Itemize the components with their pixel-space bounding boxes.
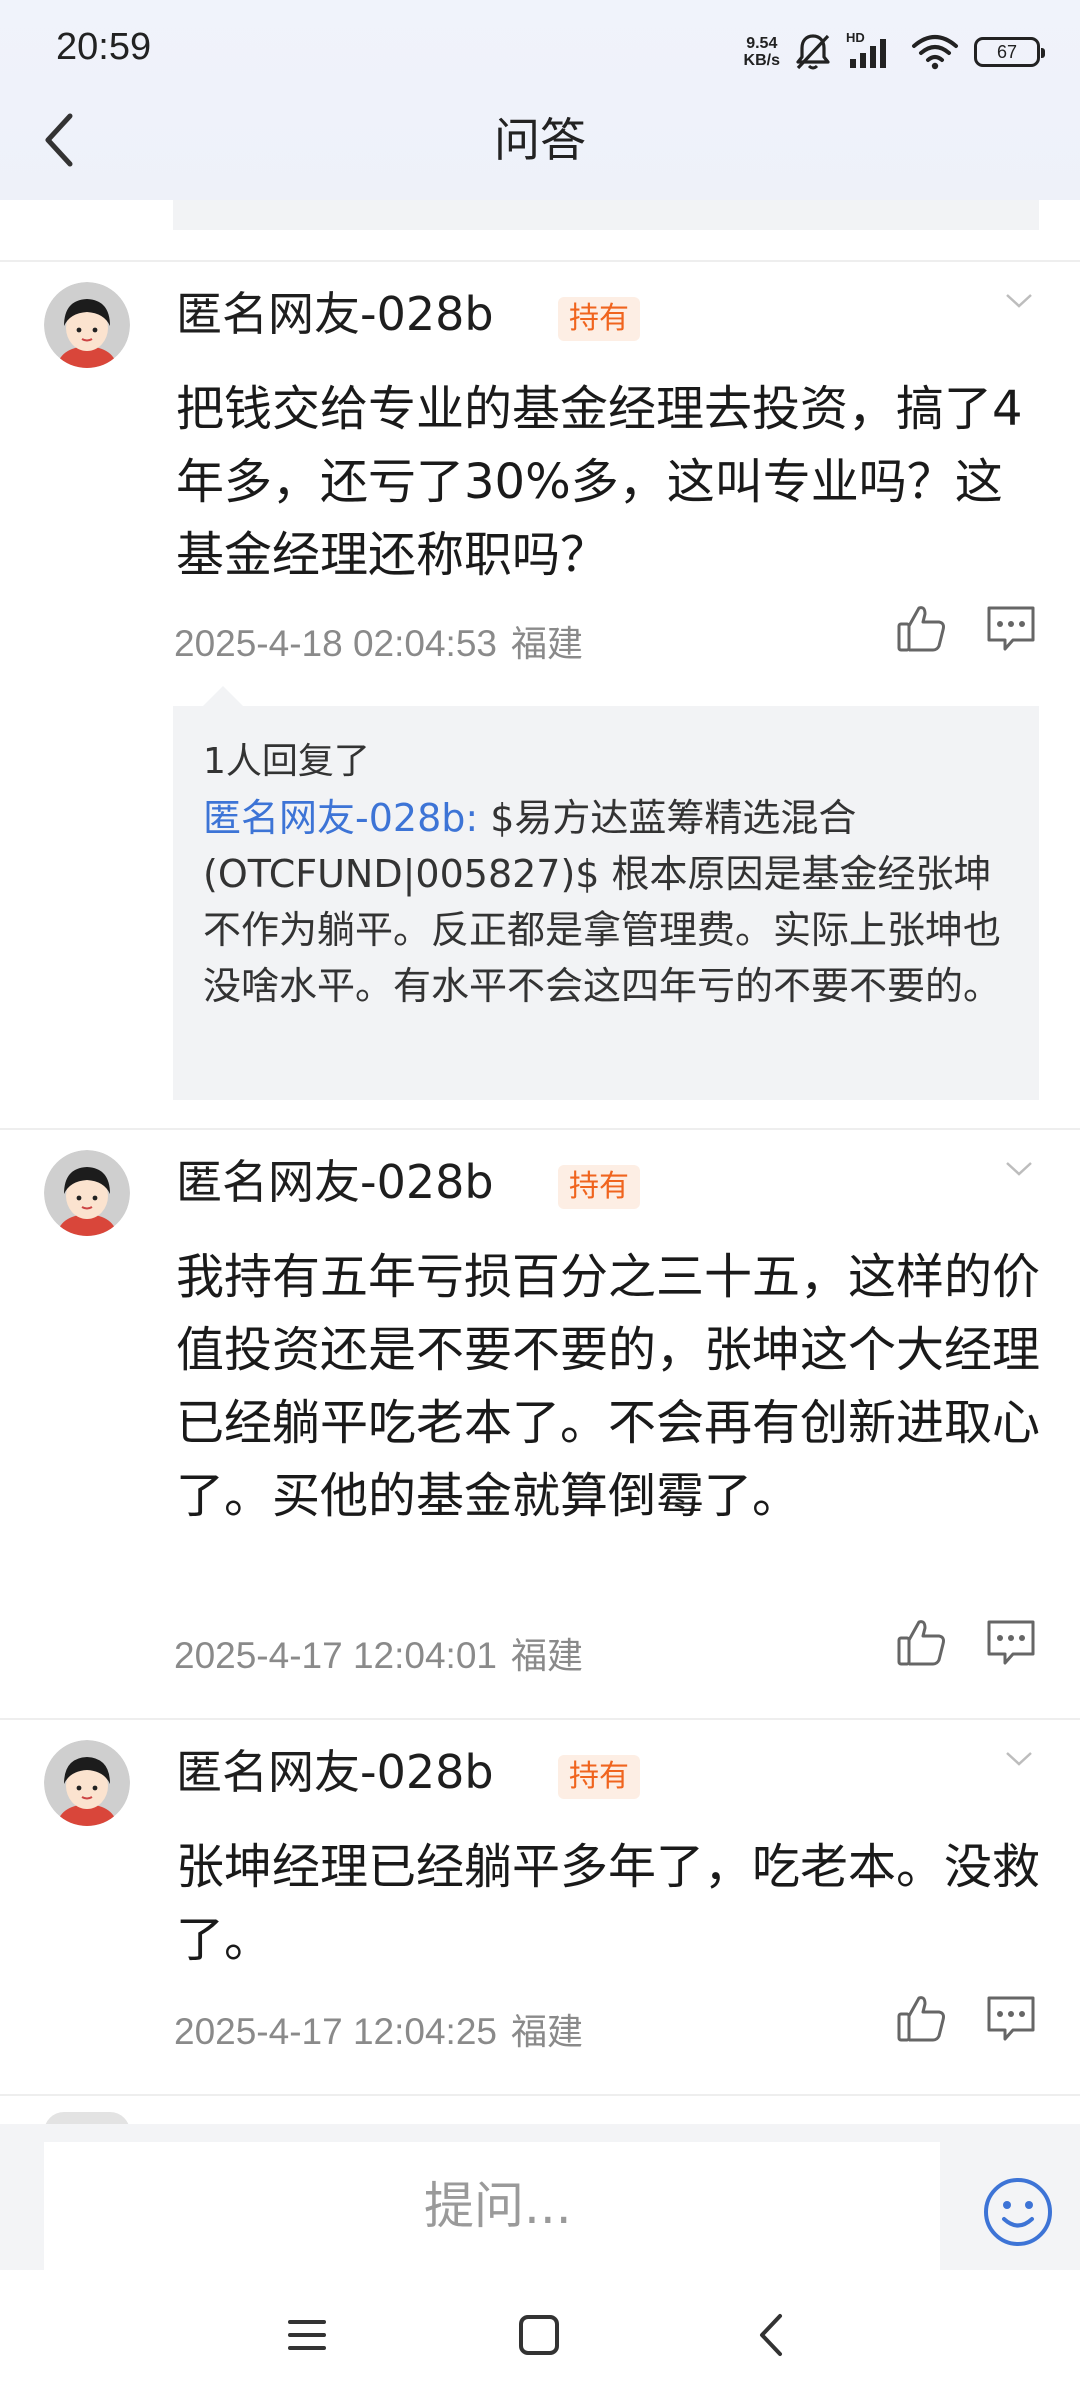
comment-time: 2025-4-17 12:04:25	[174, 2011, 497, 2052]
reply-box[interactable]: 1人回复了 匿名网友-028b: $易方达蓝筹精选混合(OTCFUND|0058…	[173, 686, 1039, 1100]
menu-icon[interactable]	[282, 2310, 332, 2360]
username[interactable]: 匿名网友-028b	[176, 284, 494, 344]
previous-reply-box	[173, 200, 1039, 230]
holding-badge: 持有	[558, 1755, 640, 1799]
status-time: 20:59	[56, 26, 152, 68]
comment-location: 福建	[511, 2012, 584, 2053]
emoji-icon[interactable]	[982, 2176, 1054, 2248]
divider	[0, 1718, 1080, 1720]
comment-meta: 2025-4-17 12:04:25 福建	[174, 2008, 583, 2057]
avatar[interactable]	[44, 282, 130, 368]
home-icon[interactable]	[514, 2310, 564, 2360]
ask-bar	[0, 2124, 1080, 2270]
back-nav-icon[interactable]	[748, 2310, 798, 2360]
thumbs-up-icon[interactable]	[893, 1614, 949, 1670]
status-icons: 9.54 KB/s HD 67	[744, 28, 1045, 76]
reply-count[interactable]: 1人回复了	[203, 734, 1009, 790]
net-speed-unit: KB/s	[743, 52, 780, 69]
comment-text: 把钱交给专业的基金经理去投资，搞了4年多，还亏了30%多，这叫专业吗？这基金经理…	[176, 381, 1023, 583]
net-speed: 9.54 KB/s	[744, 35, 780, 69]
ask-input[interactable]	[44, 2142, 940, 2270]
holding-badge: 持有	[558, 297, 640, 341]
comment-location: 福建	[511, 1636, 584, 1677]
avatar[interactable]	[44, 1740, 130, 1826]
chevron-down-icon[interactable]	[1004, 1160, 1034, 1178]
comment-meta: 2025-4-17 12:04:01 福建	[174, 1632, 583, 1681]
reply-text: 匿名网友-028b: $易方达蓝筹精选混合(OTCFUND|005827)$ 根…	[203, 790, 1009, 1014]
battery-icon: 67	[974, 37, 1045, 67]
comment-text: 张坤经理已经躺平多年了，吃老本。没救了。	[176, 1839, 1041, 1968]
comment-time: 2025-4-17 12:04:01	[174, 1635, 497, 1676]
wifi-icon	[912, 35, 958, 70]
divider	[0, 2094, 1080, 2096]
net-speed-value: 9.54	[746, 35, 778, 52]
avatar[interactable]	[44, 1150, 130, 1236]
chevron-down-icon[interactable]	[1004, 1750, 1034, 1768]
comment-meta: 2025-4-18 02:04:53 福建	[174, 620, 583, 669]
holding-badge: 持有	[558, 1165, 640, 1209]
signal-icon: HD	[846, 30, 896, 72]
thumbs-up-icon[interactable]	[893, 1990, 949, 2046]
comment-icon[interactable]	[983, 600, 1039, 656]
username[interactable]: 匿名网友-028b	[176, 1152, 494, 1212]
comment-icon[interactable]	[983, 1614, 1039, 1670]
top-bar: 20:59 9.54 KB/s HD 67 问答	[0, 0, 1080, 200]
comment-location: 福建	[511, 624, 584, 665]
reply-author[interactable]: 匿名网友-028b:	[203, 796, 478, 840]
page-title: 问答	[494, 113, 586, 167]
username[interactable]: 匿名网友-028b	[176, 1742, 494, 1802]
divider	[0, 260, 1080, 262]
back-button[interactable]	[36, 108, 86, 172]
navigation-bar	[0, 2270, 1080, 2400]
divider	[0, 1128, 1080, 1130]
comment-text: 我持有五年亏损百分之三十五，这样的价值投资还是不要不要的，张坤这个大经理已经躺平…	[176, 1249, 1041, 1524]
thumbs-up-icon[interactable]	[893, 600, 949, 656]
comment-time: 2025-4-18 02:04:53	[174, 623, 497, 664]
chevron-down-icon[interactable]	[1004, 292, 1034, 310]
comment-icon[interactable]	[983, 1990, 1039, 2046]
mute-bell-icon	[796, 34, 830, 70]
